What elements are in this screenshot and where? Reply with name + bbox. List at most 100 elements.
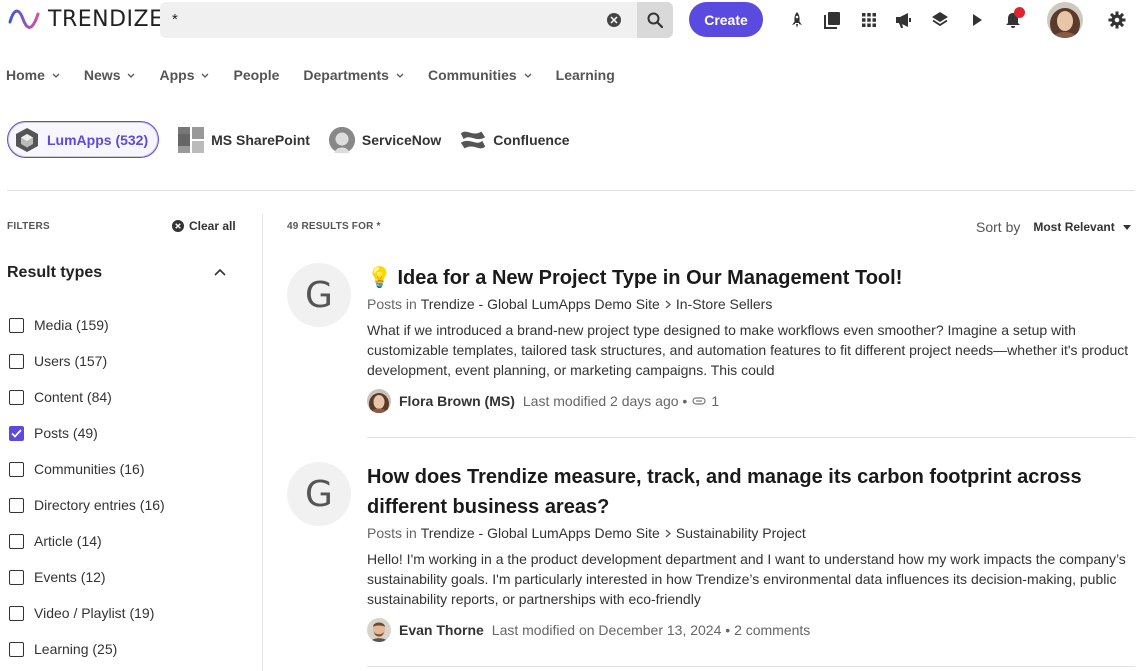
create-button[interactable]: Create [689, 2, 763, 37]
nav-item-people[interactable]: People [233, 65, 279, 85]
checkbox[interactable] [9, 389, 24, 405]
author-avatar[interactable] [367, 389, 391, 413]
filter-users[interactable]: Users (157) [9, 343, 165, 379]
filter-label: Learning (25) [34, 641, 118, 657]
filter-directory-entries[interactable]: Directory entries (16) [9, 487, 165, 523]
filter-video-playlist[interactable]: Video / Playlist (19) [9, 595, 165, 631]
site-link[interactable]: Trendize - Global LumApps Demo Site [421, 523, 660, 543]
nav-item-home[interactable]: Home [6, 65, 60, 85]
author-name[interactable]: Flora Brown (MS) [399, 393, 515, 409]
top-header: TRENDIZE * Create [0, 0, 1145, 40]
nav-item-label: Apps [159, 67, 195, 83]
library-icon[interactable] [822, 10, 842, 30]
sort-control[interactable]: Sort by Most Relevant [976, 219, 1131, 235]
settings-icon[interactable] [1107, 10, 1127, 30]
source-tab-servicenow[interactable]: ServiceNow [328, 121, 441, 158]
checkbox[interactable] [9, 641, 24, 657]
nav-item-label: Learning [555, 67, 615, 83]
author-name[interactable]: Evan Thorne [399, 622, 484, 638]
servicenow-icon [328, 126, 356, 154]
source-tab-lumapps[interactable]: LumApps (532) [7, 121, 160, 158]
filter-content[interactable]: Content (84) [9, 379, 165, 415]
confluence-icon [459, 126, 487, 154]
logo-text: TRENDIZE [48, 6, 164, 32]
filter-communities[interactable]: Communities (16) [9, 451, 165, 487]
checkbox[interactable] [9, 533, 24, 549]
source-tab-confluence[interactable]: Confluence [459, 121, 570, 158]
filter-label: Article (14) [34, 533, 102, 549]
clear-search-icon[interactable] [607, 13, 621, 27]
nav-item-label: Home [6, 67, 45, 83]
source-tab-label: MS SharePoint [211, 131, 310, 148]
caret-down-icon [1122, 224, 1131, 230]
nav-item-departments[interactable]: Departments [303, 65, 404, 85]
site-link[interactable]: Trendize - Global LumApps Demo Site [421, 294, 660, 314]
site-avatar[interactable]: G [287, 263, 351, 327]
nav-item-apps[interactable]: Apps [159, 65, 209, 85]
search-input[interactable]: * [172, 11, 178, 28]
play-icon[interactable] [967, 10, 987, 30]
nav-item-news[interactable]: News [84, 65, 136, 85]
search-button[interactable] [637, 2, 673, 38]
sharepoint-icon [177, 126, 205, 154]
source-tab-label: LumApps (532) [47, 131, 149, 148]
nav-item-label: Departments [303, 67, 389, 83]
nav-item-communities[interactable]: Communities [428, 65, 532, 85]
clear-all-button[interactable]: Clear all [172, 219, 236, 233]
megaphone-icon[interactable] [894, 10, 914, 30]
logo[interactable]: TRENDIZE [8, 4, 163, 34]
nav-item-label: News [83, 67, 121, 83]
logo-wave-icon [8, 9, 40, 29]
nav-item-label: Communities [427, 67, 517, 83]
sort-by-label: Sort by [976, 219, 1021, 235]
filter-label: Directory entries (16) [34, 497, 165, 513]
filter-events[interactable]: Events (12) [9, 559, 165, 595]
checkbox[interactable] [9, 317, 24, 333]
filter-article[interactable]: Article (14) [9, 523, 165, 559]
checkbox[interactable] [9, 353, 24, 369]
source-tabs: LumApps (532) MS SharePoint ServiceNow C… [7, 121, 588, 158]
check-icon [11, 428, 22, 438]
author-avatar[interactable] [367, 618, 391, 642]
sort-value[interactable]: Most Relevant [1033, 220, 1114, 234]
filter-label: Communities (16) [34, 461, 145, 477]
filter-media[interactable]: Media (159) [9, 307, 165, 343]
result-meta: Evan Thorne Last modified on December 13… [367, 618, 1135, 642]
result-title[interactable]: 💡 Idea for a New Project Type in Our Man… [367, 263, 1135, 293]
layers-icon[interactable] [930, 10, 950, 30]
checkbox[interactable] [9, 569, 24, 585]
clear-icon [172, 220, 184, 232]
checkbox[interactable] [9, 461, 24, 477]
chevron-right-icon [665, 529, 671, 537]
filters-title: FILTERS [7, 221, 51, 232]
result-divider [367, 666, 1135, 667]
filter-learning[interactable]: Learning (25) [9, 631, 165, 667]
community-link[interactable]: Sustainability Project [676, 523, 806, 543]
result-title-text[interactable]: How does Trendize measure, track, and ma… [367, 462, 1135, 522]
source-tab-label: Confluence [493, 131, 570, 148]
lumapps-icon [13, 126, 41, 154]
main-nav: Home News Apps People Departments Commun… [6, 65, 639, 85]
avatar[interactable] [1047, 2, 1083, 38]
modified-text: Last modified 2 days ago • [522, 393, 688, 409]
checkbox[interactable] [9, 605, 24, 621]
result-divider [367, 437, 1135, 438]
results-count: 49 RESULTS FOR * [287, 221, 381, 232]
community-link[interactable]: In-Store Sellers [676, 294, 772, 314]
search-bar[interactable]: * [160, 2, 673, 38]
modified-text: Last modified on December 13, 2024 • 2 c… [491, 622, 811, 638]
checkbox-checked[interactable] [9, 425, 24, 441]
chevron-up-icon[interactable] [214, 268, 226, 276]
site-avatar[interactable]: G [287, 462, 351, 526]
nav-item-learning[interactable]: Learning [556, 65, 615, 85]
result-title-text[interactable]: Idea for a New Project Type in Our Manag… [397, 267, 902, 289]
filter-label: Events (12) [34, 569, 106, 585]
rocket-icon[interactable] [787, 10, 807, 30]
checkbox[interactable] [9, 497, 24, 513]
attachment-count: 1 [711, 393, 720, 409]
filter-posts[interactable]: Posts (49) [9, 415, 165, 451]
search-icon [647, 12, 663, 28]
source-tab-sharepoint[interactable]: MS SharePoint [177, 121, 310, 158]
chevron-down-icon [524, 73, 532, 78]
apps-grid-icon[interactable] [859, 10, 879, 30]
